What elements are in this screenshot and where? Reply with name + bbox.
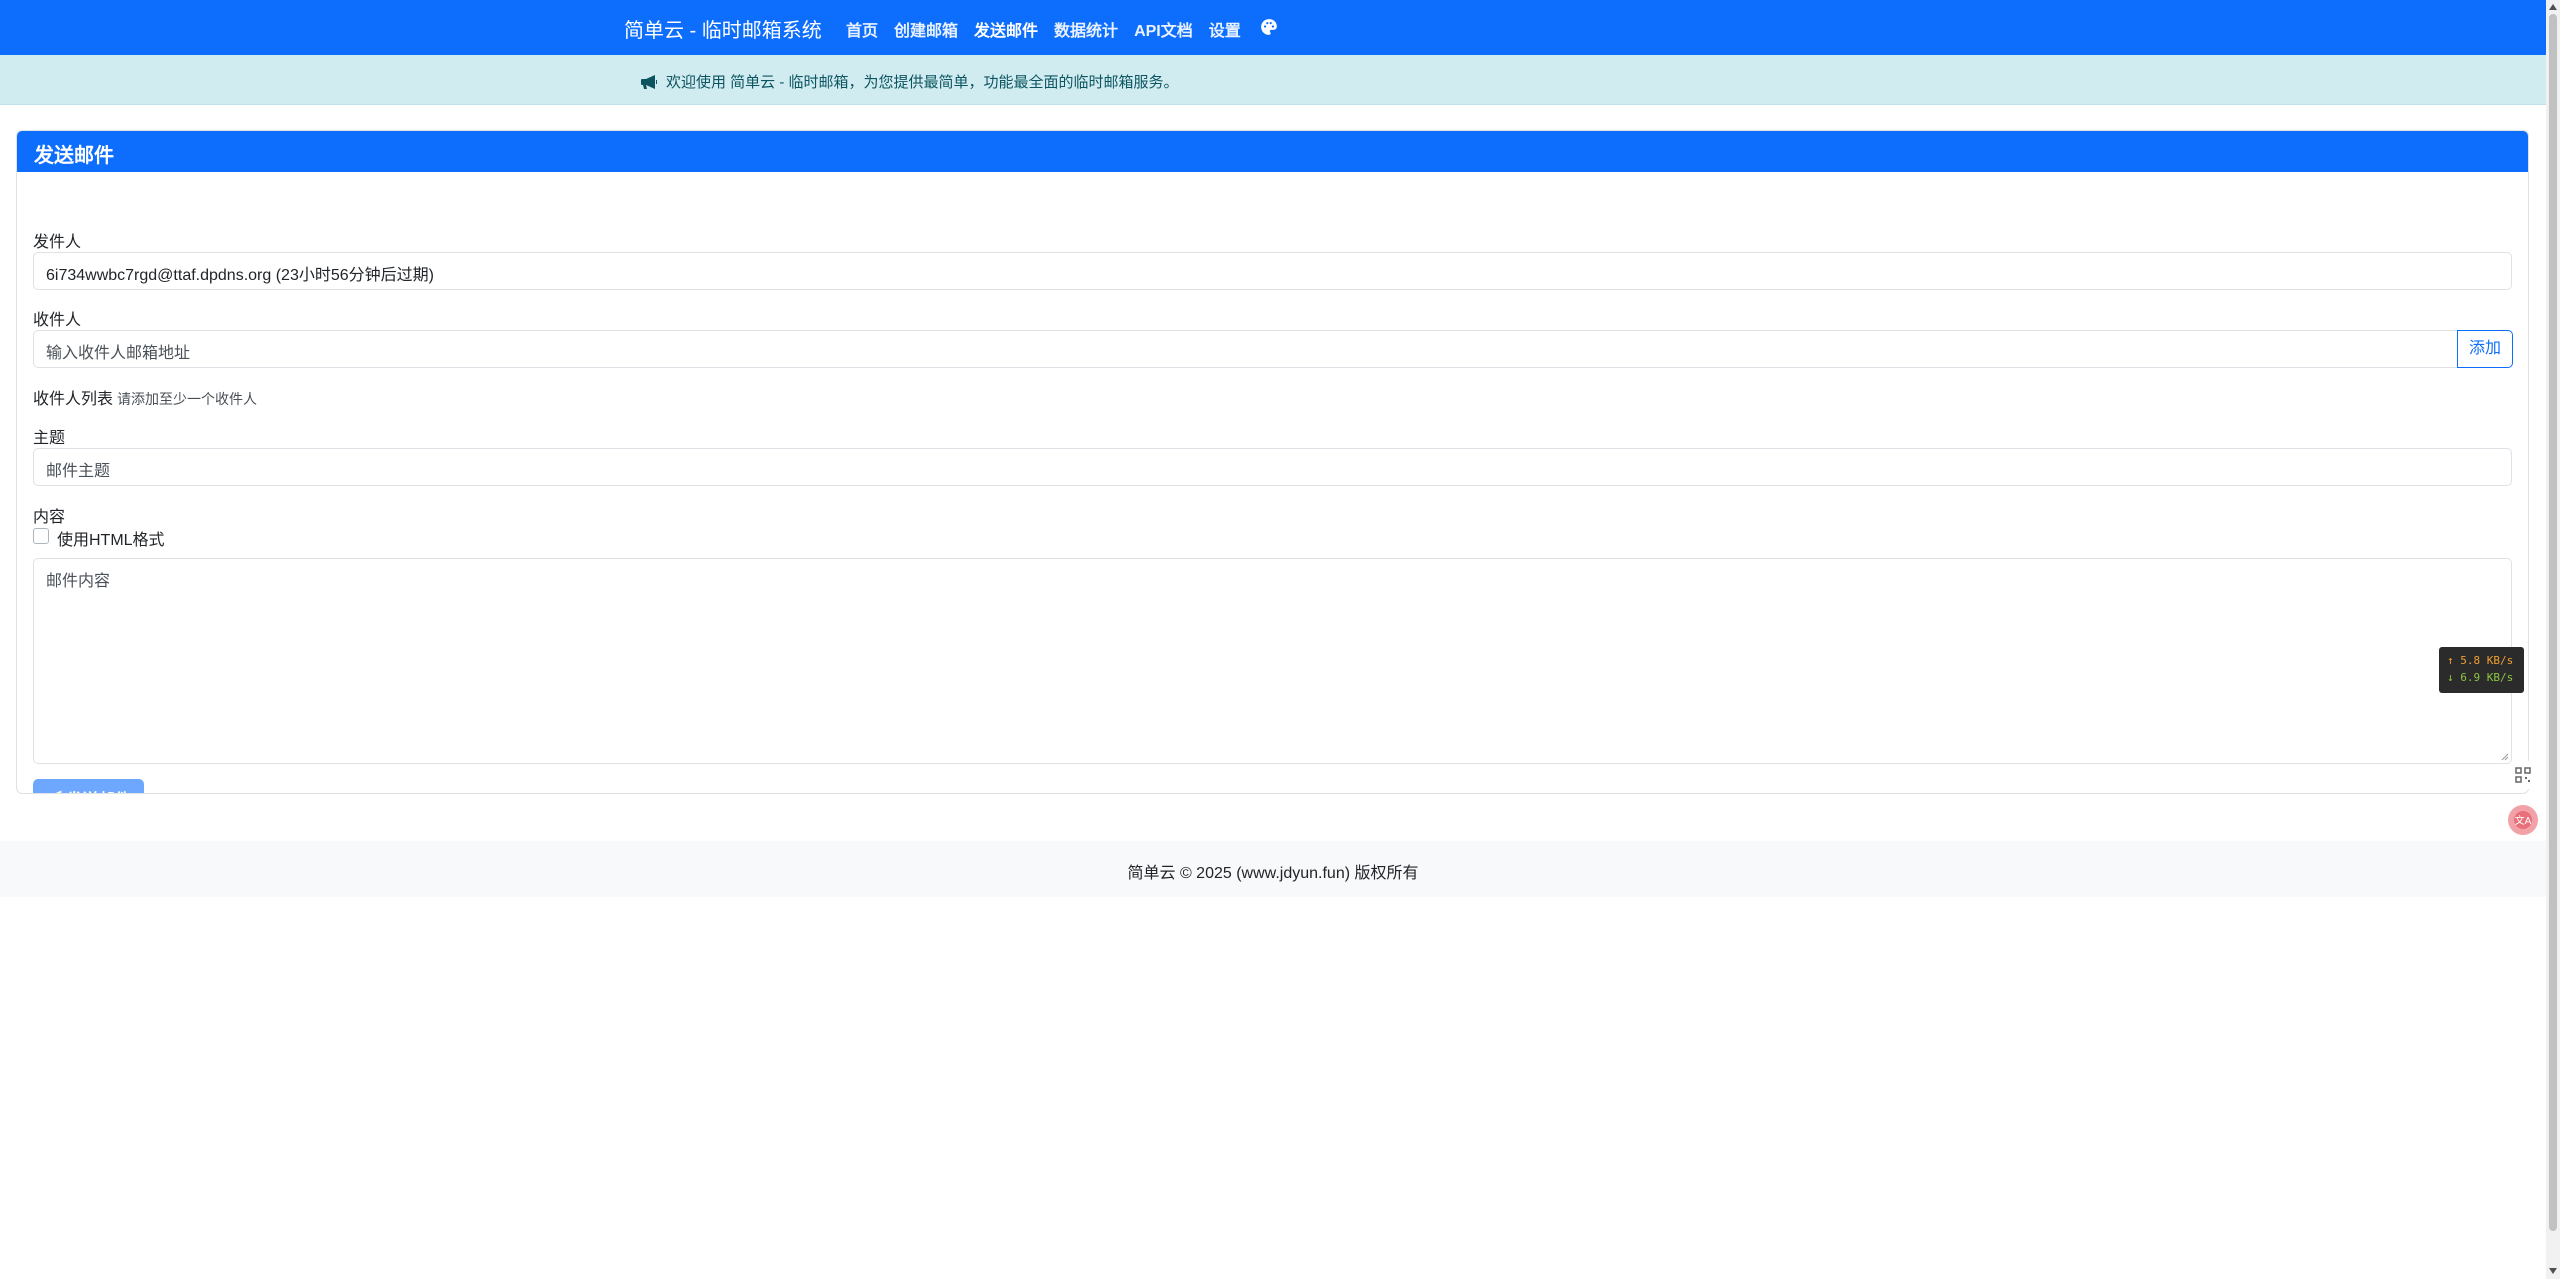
content-textarea[interactable]: 邮件内容 bbox=[33, 558, 2512, 764]
scrollbar-thumb[interactable] bbox=[2549, 14, 2557, 1231]
paper-plane-icon bbox=[56, 790, 62, 793]
add-recipient-button[interactable]: 添加 bbox=[2457, 330, 2513, 368]
subject-input[interactable]: 邮件主题 bbox=[33, 448, 2512, 486]
nav-link-send-mail[interactable]: 发送邮件 bbox=[974, 17, 1038, 41]
send-mail-label: 发送邮件 bbox=[66, 786, 130, 793]
content-label: 内容 bbox=[33, 509, 66, 526]
nav-links: 首页 创建邮箱 发送邮件 数据统计 API文档 设置 bbox=[846, 17, 1257, 41]
welcome-alert: 欢迎使用 简单云 - 临时邮箱，为您提供最简单，功能最全面的临时邮箱服务。 bbox=[0, 55, 2546, 105]
brand-title[interactable]: 简单云 - 临时邮箱系统 bbox=[624, 14, 822, 43]
content-placeholder: 邮件内容 bbox=[46, 573, 111, 590]
resize-handle-icon[interactable] bbox=[2499, 751, 2509, 761]
scroll-up-arrow-icon[interactable] bbox=[2548, 2, 2558, 12]
nav-link-api-docs[interactable]: API文档 bbox=[1134, 17, 1193, 41]
nav-link-create-mailbox[interactable]: 创建邮箱 bbox=[894, 17, 958, 41]
alert-text: 欢迎使用 简单云 - 临时邮箱，为您提供最简单，功能最全面的临时邮箱服务。 bbox=[666, 74, 1179, 91]
recipient-input[interactable]: 输入收件人邮箱地址 bbox=[33, 330, 2457, 368]
recipient-label: 收件人 bbox=[33, 312, 82, 329]
qr-code-icon bbox=[2515, 767, 2531, 783]
nav-link-home[interactable]: 首页 bbox=[846, 17, 878, 41]
svg-text:文A: 文A bbox=[2515, 814, 2532, 827]
download-speed: ↓ 6.9 KB/s bbox=[2447, 671, 2514, 684]
sender-label: 发件人 bbox=[33, 234, 82, 251]
footer-copyright: 简单云 © 2025 (www.jdyun.fun) 版权所有 bbox=[1127, 865, 1419, 882]
recipient-list: 收件人列表 请添加至少一个收件人 bbox=[33, 385, 257, 409]
html-format-checkbox[interactable] bbox=[33, 528, 49, 544]
card-title: 发送邮件 bbox=[17, 131, 2528, 172]
nav-link-settings[interactable]: 设置 bbox=[1209, 17, 1241, 41]
network-speed-widget[interactable]: ↑ 5.8 KB/s ↓ 6.9 KB/s bbox=[2439, 647, 2524, 693]
qr-code-button[interactable] bbox=[2508, 760, 2538, 790]
navbar: 简单云 - 临时邮箱系统 首页 创建邮箱 发送邮件 数据统计 API文档 设置 bbox=[0, 0, 2546, 55]
translate-icon: 文A bbox=[2514, 811, 2532, 829]
nav-link-statistics[interactable]: 数据统计 bbox=[1054, 17, 1118, 41]
scroll-down-arrow-icon[interactable] bbox=[2548, 1266, 2558, 1276]
send-mail-card: 发送邮件 发件人 6i734wwbc7rgd@ttaf.dpdns.org (2… bbox=[16, 130, 2529, 794]
recipient-list-label: 收件人列表 bbox=[33, 391, 114, 408]
footer: 简单云 © 2025 (www.jdyun.fun) 版权所有 bbox=[0, 841, 2546, 897]
sender-select[interactable]: 6i734wwbc7rgd@ttaf.dpdns.org (23小时56分钟后过… bbox=[33, 252, 2512, 290]
send-mail-button[interactable]: 发送邮件 bbox=[33, 779, 144, 793]
palette-icon[interactable] bbox=[1260, 18, 1278, 36]
html-format-label[interactable]: 使用HTML格式 bbox=[57, 526, 165, 550]
alert-content: 欢迎使用 简单云 - 临时邮箱，为您提供最简单，功能最全面的临时邮箱服务。 bbox=[640, 71, 1179, 92]
upload-speed: ↑ 5.8 KB/s bbox=[2447, 654, 2514, 667]
recipient-list-hint: 请添加至少一个收件人 bbox=[117, 391, 258, 407]
subject-label: 主题 bbox=[33, 430, 66, 447]
translate-button[interactable]: 文A bbox=[2508, 805, 2538, 835]
megaphone-icon bbox=[641, 74, 657, 89]
